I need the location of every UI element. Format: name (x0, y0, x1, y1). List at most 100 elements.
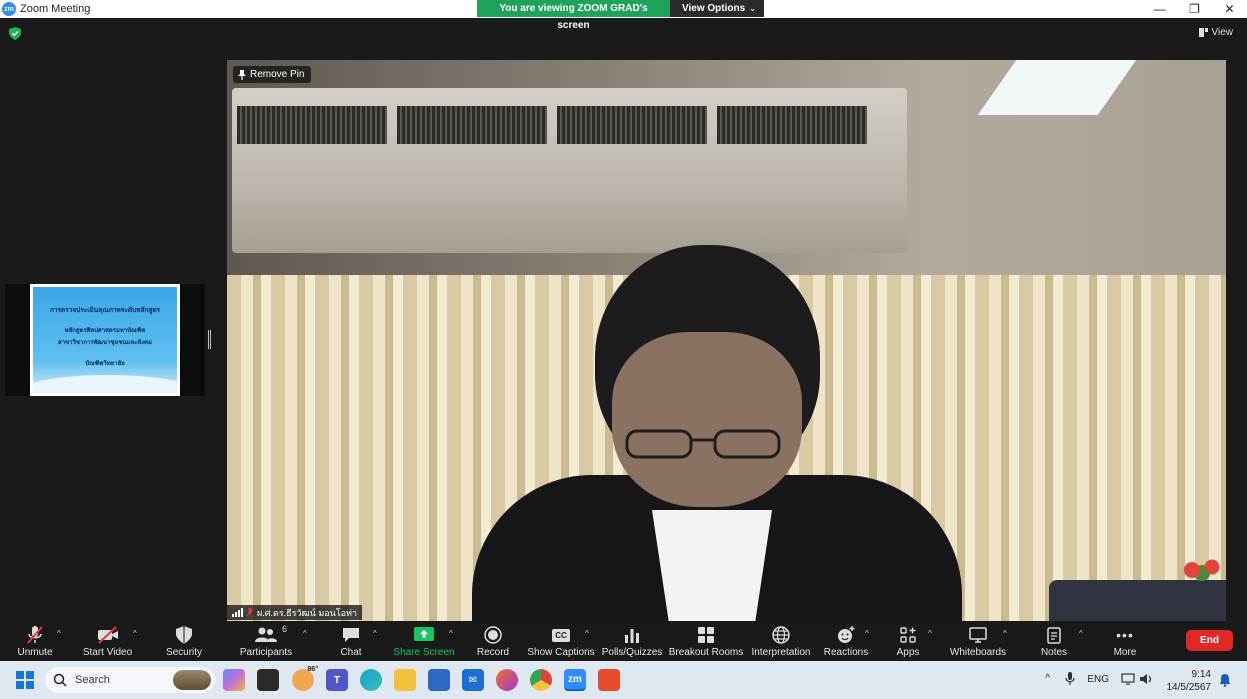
more-button[interactable]: ••• More (1108, 621, 1142, 661)
chevron-down-icon: ⌄ (749, 4, 756, 13)
zoom-meeting-window: zm Zoom Meeting — ❐ ✕ You are viewing ZO… (0, 0, 1247, 699)
chat-button[interactable]: Chat (335, 621, 367, 661)
zoom-taskbar-icon[interactable]: zm (564, 669, 586, 691)
tray-overflow-chevron-icon[interactable]: ^ (1045, 673, 1050, 684)
security-label: Security (165, 647, 203, 658)
shared-screen-thumbnail[interactable]: การตรวจประเมินคุณภาพระดับหลักสูตร หลักสู… (5, 284, 205, 396)
captions-icon: CC (552, 628, 570, 642)
view-button[interactable]: View (1198, 27, 1233, 38)
network-icon[interactable] (1121, 673, 1135, 685)
apps-button[interactable]: Apps (893, 621, 923, 661)
chat-caret-icon[interactable]: ^ (373, 629, 377, 638)
reactions-button[interactable]: Reactions (824, 621, 868, 661)
unmute-button[interactable]: Unmute (15, 621, 55, 661)
participant-name-tag: ผ.ศ.ดร.ธีรวัฒน์ มอนโอท่า (227, 605, 363, 620)
globe-icon (772, 626, 790, 644)
notes-caret-icon[interactable]: ^ (1079, 629, 1083, 638)
search-icon (53, 673, 67, 687)
close-button[interactable]: ✕ (1212, 0, 1247, 18)
chrome-icon[interactable] (530, 669, 552, 691)
weather-icon[interactable]: 86° (292, 666, 318, 691)
share-screen-caret-icon[interactable]: ^ (449, 629, 453, 638)
video-options-caret-icon[interactable]: ^ (133, 629, 137, 638)
volume-icon[interactable] (1139, 673, 1153, 685)
share-screen-button[interactable]: Share Screen (393, 621, 455, 661)
teams-icon[interactable]: T (326, 669, 348, 691)
minimize-button[interactable]: — (1142, 0, 1177, 18)
breakout-rooms-label: Breakout Rooms (668, 647, 744, 658)
restore-button[interactable]: ❐ (1177, 0, 1212, 18)
start-video-label: Start Video (82, 647, 133, 658)
whiteboards-caret-icon[interactable]: ^ (1003, 629, 1007, 638)
air-conditioner-image (232, 88, 907, 253)
participants-button[interactable]: 6 Participants (240, 621, 292, 661)
slide-preview: การตรวจประเมินคุณภาพระดับหลักสูตร หลักสู… (30, 284, 180, 396)
window-controls: — ❐ ✕ (1142, 0, 1247, 18)
clock-time: 9:14 (1191, 669, 1211, 680)
remove-pin-button[interactable]: Remove Pin (233, 66, 312, 83)
meeting-toolbar: Unmute ^ Start Video ^ Security 6 Partic… (0, 621, 1247, 661)
windows-taskbar: Search 86° T ✉ zm ^ ENG 9:14 14/5/2567 (0, 661, 1247, 699)
interpretation-button[interactable]: Interpretation (751, 621, 811, 661)
apps-caret-icon[interactable]: ^ (928, 629, 932, 638)
shield-icon (176, 626, 192, 644)
muted-mic-icon (27, 626, 43, 644)
notifications-bell-icon[interactable] (1219, 673, 1231, 687)
panel-resize-handle[interactable] (208, 330, 211, 349)
view-layout-icon (1198, 28, 1208, 37)
glasses-image (625, 429, 781, 459)
microsoft-store-icon[interactable] (428, 669, 450, 691)
reactions-label: Reactions (823, 647, 869, 658)
show-captions-button[interactable]: CC Show Captions (527, 621, 595, 661)
viewing-message: You are viewing ZOOM GRAD's screen (477, 0, 670, 31)
start-video-button[interactable]: Start Video (80, 621, 135, 661)
polls-quizzes-button[interactable]: Polls/Quizzes (602, 621, 662, 661)
chat-icon (343, 628, 359, 642)
end-meeting-button[interactable]: End (1186, 630, 1233, 651)
taskbar-search-box[interactable]: Search (45, 667, 215, 693)
apps-icon (900, 627, 916, 643)
participants-caret-icon[interactable]: ^ (303, 629, 307, 638)
task-view-icon[interactable] (257, 669, 279, 691)
reactions-icon (838, 626, 855, 643)
breakout-rooms-icon (698, 627, 714, 643)
participants-count: 6 (281, 624, 287, 634)
clock-date: 14/5/2567 (1166, 682, 1212, 693)
view-options-button[interactable]: View Options ⌄ (670, 0, 764, 17)
reactions-caret-icon[interactable]: ^ (865, 629, 869, 638)
captions-caret-icon[interactable]: ^ (585, 629, 589, 638)
edge-browser-icon[interactable] (360, 669, 382, 691)
whiteboards-button[interactable]: Whiteboards (949, 621, 1007, 661)
slide-title: การตรวจประเมินคุณภาพระดับหลักสูตร (49, 307, 161, 314)
chat-label: Chat (340, 647, 362, 658)
polls-icon (625, 629, 639, 643)
notes-button[interactable]: Notes (1039, 621, 1069, 661)
slide-line-2: หลักสูตรศิลปศาสตรมหาบัณฑิต (64, 328, 146, 334)
share-screen-icon (414, 627, 434, 641)
copilot-icon[interactable] (223, 669, 245, 691)
breakout-rooms-button[interactable]: Breakout Rooms (668, 621, 744, 661)
view-options-label: View Options (682, 3, 746, 14)
windows-start-icon[interactable] (16, 671, 34, 689)
search-placeholder: Search (75, 674, 110, 686)
mail-icon[interactable]: ✉ (462, 669, 484, 691)
main-video-feed (227, 60, 1226, 621)
pin-icon (238, 69, 246, 80)
security-button[interactable]: Security (163, 621, 205, 661)
whiteboards-label: Whiteboards (949, 647, 1007, 658)
microphone-icon[interactable] (1065, 672, 1075, 686)
record-icon (484, 626, 502, 644)
file-explorer-icon[interactable] (394, 669, 416, 691)
encryption-shield-icon[interactable] (9, 27, 21, 40)
record-button[interactable]: Record (474, 621, 512, 661)
remove-pin-label: Remove Pin (250, 69, 305, 80)
slide-line-4: บัณฑิตวิทยาลัย (85, 361, 125, 367)
window-title: Zoom Meeting (20, 3, 91, 15)
zoom-logo-icon: zm (2, 2, 16, 16)
clock[interactable]: 9:14 14/5/2567 (1167, 668, 1212, 694)
audio-options-caret-icon[interactable]: ^ (57, 629, 61, 638)
weather-temp: 86° (307, 666, 318, 673)
language-indicator[interactable]: ENG (1087, 674, 1109, 685)
presentation-app-icon[interactable] (598, 669, 620, 691)
firefox-icon[interactable] (496, 669, 518, 691)
